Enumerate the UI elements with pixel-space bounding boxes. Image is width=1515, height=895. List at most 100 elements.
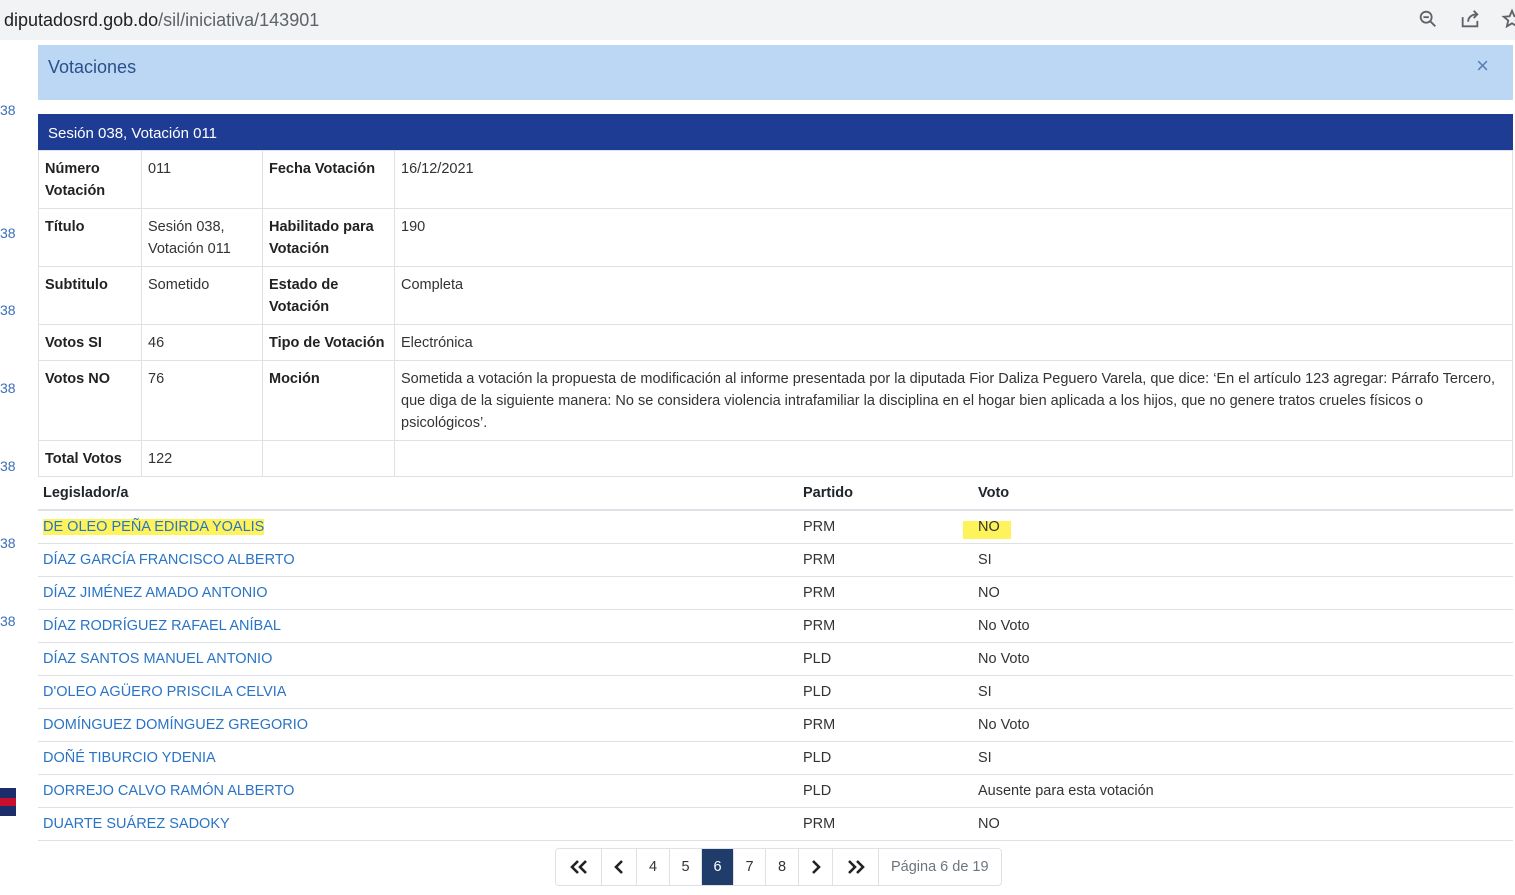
page-button[interactable]: 4: [637, 849, 670, 885]
modal-header: Votaciones ×: [38, 45, 1513, 100]
info-empty: [262, 440, 395, 477]
background-number: 38: [0, 535, 16, 551]
table-row: DE OLEO PEÑA EDIRDA YOALIS PRM NO: [38, 510, 1513, 544]
flag-stripe: [0, 798, 16, 806]
legislator-link[interactable]: DÍAZ SANTOS MANUEL ANTONIO: [38, 642, 798, 676]
vote-header-bar: Sesión 038, Votación 011: [38, 114, 1513, 150]
page-info: Página 6 de 19: [891, 859, 989, 875]
info-label: Fecha Votación: [262, 150, 395, 209]
bookmark-star-icon[interactable]: [1501, 8, 1515, 30]
double-chevron-right-icon: [847, 860, 865, 874]
legislator-link[interactable]: DUARTE SUÁREZ SADOKY: [38, 807, 798, 841]
legislator-link[interactable]: DE OLEO PEÑA EDIRDA YOALIS: [38, 510, 798, 544]
info-label: Subtitulo: [38, 266, 142, 325]
info-value: 190: [394, 208, 1513, 267]
background-number: 38: [0, 225, 16, 241]
flag-stripe: [0, 788, 16, 798]
votaciones-modal: Votaciones × Sesión 038, Votación 011 Nú…: [16, 40, 1515, 895]
info-label: Votos SI: [38, 324, 142, 361]
url-text[interactable]: diputadosrd.gob.do/sil/iniciativa/143901: [4, 10, 319, 31]
info-label: Estado de Votación: [262, 266, 395, 325]
info-value: 16/12/2021: [394, 150, 1513, 209]
legislator-name[interactable]: DE OLEO PEÑA EDIRDA YOALIS: [43, 519, 265, 535]
page-button[interactable]: 8: [766, 849, 799, 885]
party-cell: PRM: [798, 609, 973, 643]
table-row: D'OLEO AGÜERO PRISCILA CELVIA PLD SI: [38, 675, 1513, 709]
background-number: 38: [0, 302, 16, 318]
info-value: Sometida a votación la propuesta de modi…: [394, 360, 1513, 441]
background-page-strip: 38 38 38 38 38 38 38: [0, 40, 17, 895]
info-label: Votos NO: [38, 360, 142, 441]
info-value: Sesión 038, Votación 011: [141, 208, 263, 267]
vote-cell: SI: [973, 543, 1513, 577]
legislator-link[interactable]: DÍAZ JIMÉNEZ AMADO ANTONIO: [38, 576, 798, 610]
info-label: Habilitado para Votación: [262, 208, 395, 267]
legislator-link[interactable]: DOÑÉ TIBURCIO YDENIA: [38, 741, 798, 775]
background-number: 38: [0, 613, 16, 629]
modal-title: Votaciones: [48, 57, 137, 77]
first-page-button[interactable]: [556, 849, 602, 885]
background-number: 38: [0, 458, 16, 474]
votes-table: Legislador/a Partido Voto DE OLEO PEÑA E…: [38, 476, 1513, 841]
party-cell: PRM: [798, 543, 973, 577]
column-header-legislador: Legislador/a: [38, 476, 798, 511]
info-label: Número Votación: [38, 150, 142, 209]
url-domain: diputadosrd.gob.do: [4, 10, 159, 30]
zoom-icon[interactable]: [1417, 8, 1439, 30]
info-value: Sometido: [141, 266, 263, 325]
table-row: DOMÍNGUEZ DOMÍNGUEZ GREGORIO PRM No Voto: [38, 708, 1513, 742]
info-value: 011: [141, 150, 263, 209]
vote-cell: SI: [973, 741, 1513, 775]
party-cell: PLD: [798, 642, 973, 676]
next-page-button[interactable]: [799, 849, 833, 885]
background-number: 38: [0, 102, 16, 118]
page-button[interactable]: 5: [670, 849, 702, 885]
table-row: DÍAZ RODRÍGUEZ RAFAEL ANÍBAL PRM No Voto: [38, 609, 1513, 643]
info-label: Moción: [262, 360, 395, 441]
column-header-partido: Partido: [798, 476, 973, 511]
info-value: Completa: [394, 266, 1513, 325]
vote-cell: NO: [973, 576, 1513, 610]
party-cell: PLD: [798, 741, 973, 775]
share-icon[interactable]: [1459, 8, 1481, 30]
url-path: /sil/iniciativa/143901: [158, 10, 320, 30]
party-cell: PLD: [798, 675, 973, 709]
legislator-link[interactable]: DÍAZ GARCÍA FRANCISCO ALBERTO: [38, 543, 798, 577]
double-chevron-left-icon: [569, 860, 587, 874]
pagination: 4 5 6 7 8 Página 6 de 19: [555, 848, 1002, 886]
browser-url-bar[interactable]: diputadosrd.gob.do/sil/iniciativa/143901: [0, 0, 1515, 40]
vote-cell: No Voto: [973, 642, 1513, 676]
legislator-link[interactable]: DÍAZ RODRÍGUEZ RAFAEL ANÍBAL: [38, 609, 798, 643]
close-icon[interactable]: ×: [1476, 53, 1489, 79]
info-value: 46: [141, 324, 263, 361]
info-value: 76: [141, 360, 263, 441]
vote-info-table: Número Votación 011 Fecha Votación 16/12…: [38, 150, 1513, 477]
legislator-link[interactable]: D'OLEO AGÜERO PRISCILA CELVIA: [38, 675, 798, 709]
info-label: Título: [38, 208, 142, 267]
vote-cell: NO: [963, 510, 1513, 544]
info-label: Tipo de Votación: [262, 324, 395, 361]
party-cell: PRM: [798, 807, 973, 841]
vote-cell: No Voto: [973, 609, 1513, 643]
party-cell: PRM: [798, 510, 973, 544]
legislator-link[interactable]: DORREJO CALVO RAMÓN ALBERTO: [38, 774, 798, 808]
table-row: DÍAZ JIMÉNEZ AMADO ANTONIO PRM NO: [38, 576, 1513, 610]
vote-cell: Ausente para esta votación: [973, 774, 1513, 808]
party-cell: PRM: [798, 708, 973, 742]
background-number: 38: [0, 380, 16, 396]
chevron-left-icon: [614, 860, 623, 874]
info-value: 122: [141, 440, 263, 477]
vote-cell: NO: [973, 807, 1513, 841]
last-page-button[interactable]: [833, 849, 879, 885]
legislator-link[interactable]: DOMÍNGUEZ DOMÍNGUEZ GREGORIO: [38, 708, 798, 742]
page-button[interactable]: 7: [734, 849, 766, 885]
flag-stripe: [0, 806, 16, 816]
table-row: DORREJO CALVO RAMÓN ALBERTO PLD Ausente …: [38, 774, 1513, 808]
party-cell: PLD: [798, 774, 973, 808]
vote-cell: SI: [973, 675, 1513, 709]
info-label: Total Votos: [38, 440, 142, 477]
page-button-active[interactable]: 6: [702, 849, 734, 885]
prev-page-button[interactable]: [602, 849, 637, 885]
vote-value: NO: [978, 519, 1000, 535]
vote-cell: No Voto: [973, 708, 1513, 742]
